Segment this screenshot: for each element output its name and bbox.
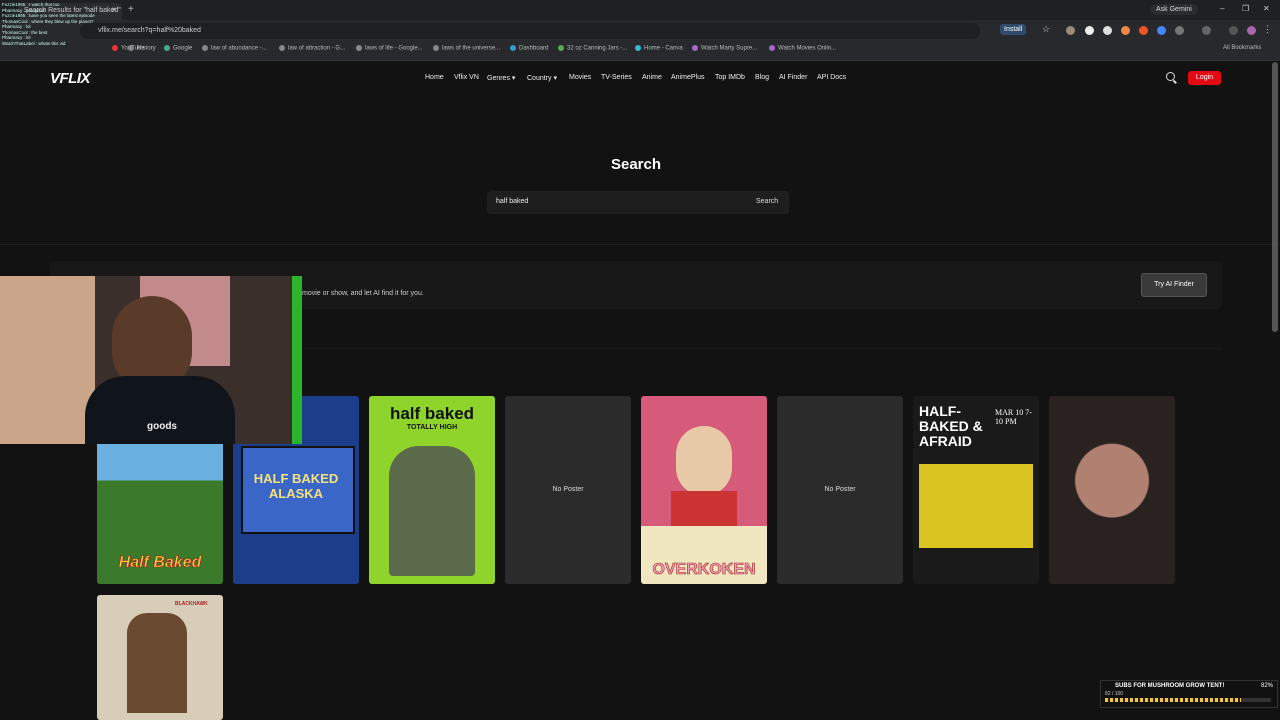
bookmark-history[interactable]: History: [128, 45, 156, 52]
goal-progress-fill: [1105, 698, 1242, 702]
search-query: half baked: [496, 198, 529, 205]
bookmarks-bar: YouTube History Google law of abundance …: [0, 42, 1280, 61]
nav-top-imdb[interactable]: Top IMDb: [715, 74, 745, 81]
bookmark[interactable]: Watch Movies Onlin...: [769, 45, 836, 52]
nav-anime[interactable]: Anime: [642, 74, 662, 81]
search-icon[interactable]: [1166, 72, 1175, 81]
login-button[interactable]: Login: [1188, 71, 1221, 85]
bookmark[interactable]: 32 oz Canning Jars -...: [558, 45, 627, 52]
nav-blog[interactable]: Blog: [755, 74, 769, 81]
poster-placeholder[interactable]: No Poster: [505, 396, 631, 584]
chat-overlay: Fuzzie1995 : I watch that too Pharmacy :…: [2, 2, 95, 46]
bookmark[interactable]: Watch Marty Supre...: [692, 45, 757, 52]
extension-icon[interactable]: [1103, 26, 1112, 35]
nav-api-docs[interactable]: API Docs: [817, 74, 846, 81]
ask-gemini-button[interactable]: Ask Gemini: [1150, 4, 1198, 15]
url-text: vflix.me/search?q=half%20baked: [98, 27, 201, 34]
sidebar-icon[interactable]: [1202, 26, 1211, 35]
bookmark[interactable]: law of abundance -...: [202, 45, 267, 52]
nav-country[interactable]: Country ▾: [527, 74, 557, 82]
bookmark[interactable]: laws of life - Google...: [356, 45, 423, 52]
nav-home[interactable]: Home: [425, 74, 444, 81]
bookmark[interactable]: laws of the universe...: [433, 45, 500, 52]
poster-card[interactable]: half baked TOTALLY HIGH: [369, 396, 495, 584]
extension-icon[interactable]: [1139, 26, 1148, 35]
try-ai-finder-button[interactable]: Try AI Finder: [1141, 273, 1207, 297]
minimize-icon[interactable]: –: [1220, 4, 1224, 13]
extension-icon[interactable]: [1085, 26, 1094, 35]
extension-icon[interactable]: [1066, 26, 1075, 35]
address-toolbar: vflix.me/search?q=half%20baked Install ☆…: [0, 20, 1280, 42]
extension-icon[interactable]: [1121, 26, 1130, 35]
browser-tab-bar: Search Results for "half baked" ✕ + Ask …: [0, 0, 1280, 20]
scrollbar[interactable]: [1272, 62, 1278, 332]
goal-progress-bar: [1105, 698, 1271, 702]
page-title: Search: [610, 156, 662, 173]
profile-avatar[interactable]: [1247, 26, 1256, 35]
divider: [300, 348, 1222, 349]
star-icon[interactable]: ☆: [1042, 24, 1050, 35]
menu-icon[interactable]: ⋮: [1263, 24, 1272, 35]
goal-title: SUBS FOR MUSHROOM GROW TENT!: [1115, 683, 1225, 689]
extension-icon[interactable]: [1157, 26, 1166, 35]
close-window-icon[interactable]: ✕: [1263, 4, 1270, 13]
goal-count: 82 / 100: [1105, 691, 1124, 697]
search-submit-button[interactable]: Search: [756, 198, 778, 205]
poster-card[interactable]: BLACKHAWK: [97, 595, 223, 720]
all-bookmarks[interactable]: All Bookmarks: [1223, 45, 1261, 51]
download-icon[interactable]: [1229, 26, 1238, 35]
nav-tv-series[interactable]: TV-Series: [601, 74, 632, 81]
bookmark-dashboard[interactable]: Dashboard: [510, 45, 548, 52]
maximize-icon[interactable]: ❐: [1242, 4, 1249, 13]
new-tab-icon[interactable]: +: [128, 4, 134, 15]
site-logo[interactable]: VFLIX: [50, 70, 91, 87]
nav-animeplus[interactable]: AnimePlus: [671, 74, 704, 81]
divider: [0, 244, 1280, 245]
install-button[interactable]: Install: [1000, 24, 1027, 35]
ai-finder-text: movie or show, and let AI find it for yo…: [302, 290, 424, 297]
poster-card[interactable]: [1049, 396, 1175, 584]
nav-ai-finder[interactable]: AI Finder: [779, 74, 807, 81]
bookmark-canva[interactable]: Home - Canva: [635, 45, 683, 52]
webcam-overlay: goods: [0, 276, 302, 444]
nav-vflix-vn[interactable]: Vflix VN: [454, 74, 479, 81]
address-bar[interactable]: vflix.me/search?q=half%20baked: [80, 23, 980, 39]
shirt-logo: goods: [147, 421, 177, 432]
extensions-puzzle-icon[interactable]: [1175, 26, 1184, 35]
close-tab-icon[interactable]: ✕: [111, 6, 117, 14]
bookmark-google[interactable]: Google: [164, 45, 192, 52]
search-input[interactable]: half baked Search: [487, 191, 789, 214]
nav-genres[interactable]: Genres ▾: [487, 74, 515, 82]
goal-percent: 82%: [1261, 683, 1274, 689]
poster-card[interactable]: OVERKOKEN: [641, 396, 767, 584]
poster-placeholder[interactable]: No Poster: [777, 396, 903, 584]
chat-line: Fuzzie1995 : have you seen the latest ep…: [2, 13, 95, 18]
poster-card[interactable]: HALF-BAKED & AFRAID MAR 10 7-10 PM: [913, 396, 1039, 584]
nav-movies[interactable]: Movies: [569, 74, 591, 81]
sub-goal-widget: SUBS FOR MUSHROOM GROW TENT! 82% 82 / 10…: [1100, 680, 1278, 708]
chat-line: WatchThatLabel : whats this vid: [2, 40, 66, 46]
bookmark[interactable]: law of attraction - G...: [279, 45, 345, 52]
